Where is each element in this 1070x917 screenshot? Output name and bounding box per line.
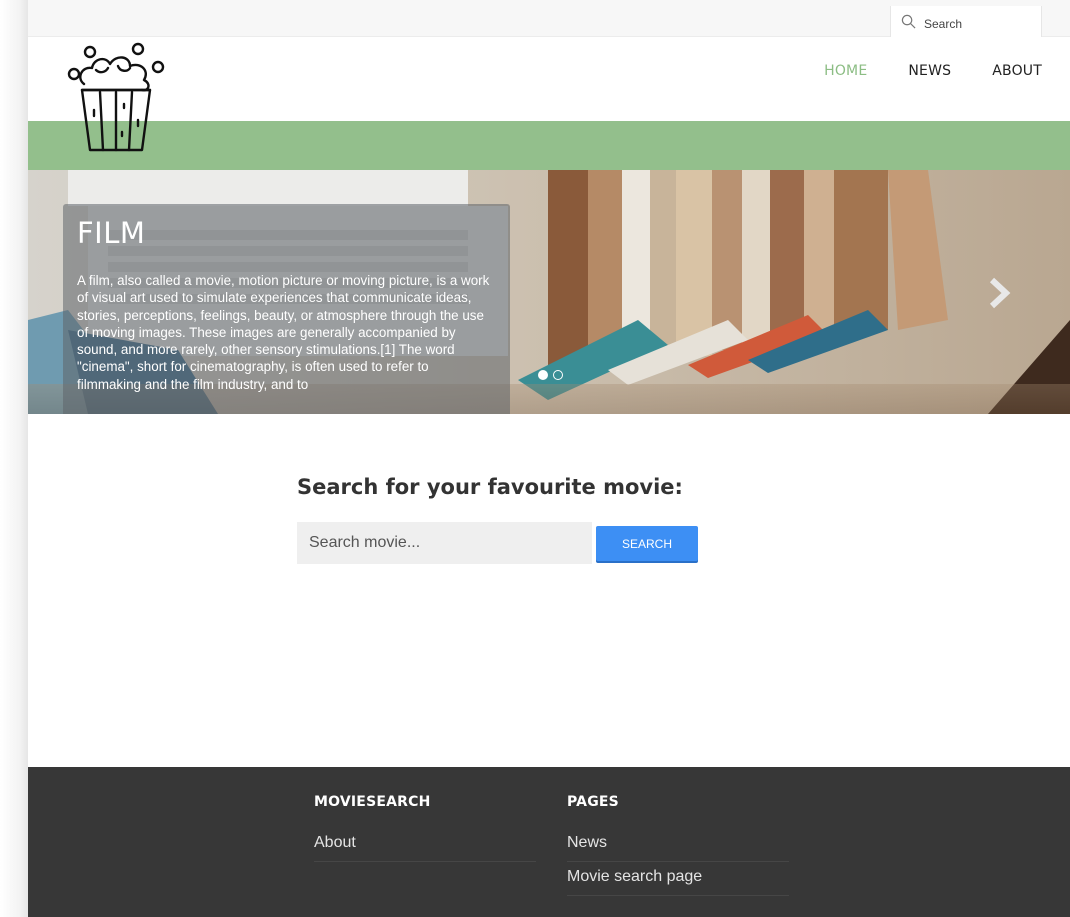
top-search-box[interactable]: Search [890,6,1042,37]
main-nav: HOME NEWS ABOUT [824,63,1042,79]
movie-search-input[interactable] [297,522,592,564]
search-heading: Search for your favourite movie: [297,475,683,499]
carousel-indicators [538,370,563,380]
window-gutter [0,0,28,917]
footer-col-moviesearch: MOVIESEARCH About [314,794,536,868]
nav-about[interactable]: ABOUT [992,63,1042,79]
footer-col-pages: PAGES News Movie search page [567,794,789,902]
hero-title: FILM [77,216,146,250]
footer-heading-pages: PAGES [567,794,619,810]
chevron-right-icon[interactable] [986,276,1014,310]
site-footer: MOVIESEARCH About PAGES News Movie searc… [28,767,1070,917]
search-icon [901,14,916,29]
popcorn-logo-icon[interactable] [66,40,166,152]
hero-text: A film, also called a movie, motion pict… [77,273,490,392]
footer-link-about[interactable]: About [314,834,536,862]
nav-home[interactable]: HOME [824,63,867,79]
carousel-dot-2[interactable] [553,370,563,380]
footer-link-movie-search[interactable]: Movie search page [567,868,789,896]
page: Search HOME NEWS ABOUT FILM A film, also… [28,0,1070,917]
top-bar: Search [28,0,1070,37]
footer-heading-moviesearch: MOVIESEARCH [314,794,431,810]
nav-news[interactable]: NEWS [908,63,951,79]
search-button[interactable]: SEARCH [596,526,698,561]
hero-carousel: FILM A film, also called a movie, motion… [28,170,1070,414]
footer-link-news[interactable]: News [567,834,789,862]
top-search-label: Search [924,16,963,31]
carousel-dot-1[interactable] [538,370,548,380]
hero-caption: FILM A film, also called a movie, motion… [63,204,510,414]
site-header: HOME NEWS ABOUT [28,37,1070,152]
accent-bar [28,121,1070,170]
